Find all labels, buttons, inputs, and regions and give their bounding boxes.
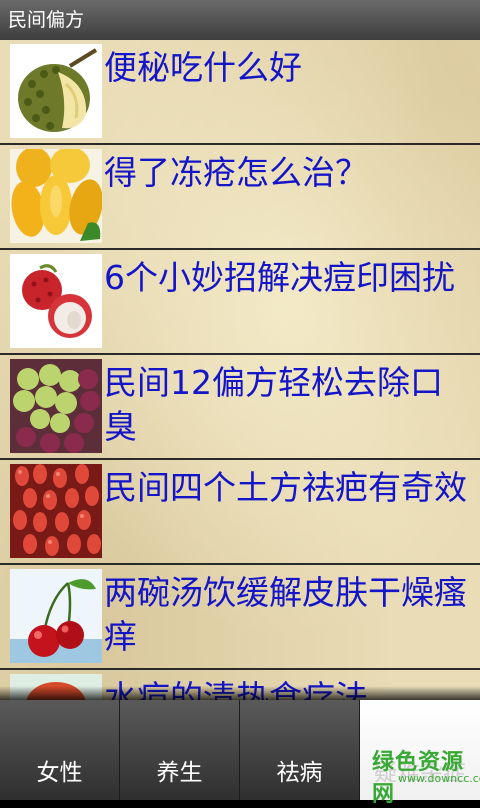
grapes-thumbnail (10, 359, 102, 453)
list-item[interactable]: 两碗汤饮缓解皮肤干燥瘙痒 (0, 565, 480, 670)
tab-label: 女性 (36, 760, 83, 786)
lychee-thumbnail (10, 254, 102, 348)
red-berries-thumbnail (10, 464, 102, 558)
app-title: 民间偏方 (8, 9, 85, 31)
list-item[interactable]: 得了冻疮怎么治？ (0, 145, 480, 250)
list-item[interactable]: 便秘吃什么好 (0, 40, 480, 145)
list-bottom-shadow (0, 686, 480, 700)
tab-label: 祛病 (276, 760, 323, 786)
mango-thumbnail (10, 149, 102, 243)
article-title[interactable]: 民间12偏方轻松去除口臭 (104, 361, 470, 449)
watermark-url: www.downcc.com (398, 772, 480, 785)
article-list[interactable]: 便秘吃什么好 得了冻疮怎么治？ 6个小妙招解决痘印困扰 民间12偏方轻松去除口臭… (0, 40, 480, 700)
list-item[interactable]: 6个小妙招解决痘印困扰 (0, 250, 480, 355)
article-title[interactable]: 便秘吃什么好 (104, 46, 470, 90)
article-title[interactable]: 得了冻疮怎么治？ (104, 151, 470, 195)
tab-health[interactable]: 养生 (120, 700, 240, 800)
cherries-thumbnail (10, 569, 102, 663)
title-bar: 民间偏方 (0, 0, 480, 41)
tab-label: 养生 (156, 760, 203, 786)
list-item[interactable]: 民间12偏方轻松去除口臭 (0, 355, 480, 460)
list-item[interactable]: 民间四个土方祛疤有奇效 (0, 460, 480, 565)
tab-cure[interactable]: 祛病 (240, 700, 360, 800)
durian-thumbnail (10, 44, 102, 138)
article-title[interactable]: 两碗汤饮缓解皮肤干燥瘙痒 (104, 571, 470, 659)
watermark: 绿色资源网 www.downcc.com (372, 744, 480, 807)
tab-women[interactable]: 女性 (0, 700, 120, 800)
article-title[interactable]: 民间四个土方祛疤有奇效 (104, 466, 470, 510)
article-title[interactable]: 6个小妙招解决痘印困扰 (104, 256, 470, 300)
